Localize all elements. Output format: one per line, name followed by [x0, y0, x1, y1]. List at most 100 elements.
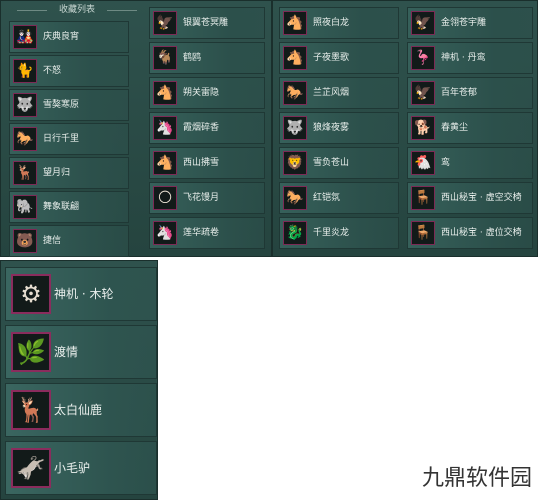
column-2: 🦅 银翼苍冥雕 🐐 鹤鸥 🐴 朔关雷隐 🦄 霞烟碎香 🐴 西山拂雪 🌕 飞花馒月…	[149, 1, 269, 258]
mount-item[interactable]: 🐕 春黄尘	[407, 112, 533, 144]
mount-item[interactable]: 🦌 望月归	[9, 157, 129, 189]
column-1: 收藏列表 🎎 庆典良宵 🐈 不怒 🐺 雪獒寒原 🐎 日行千里 🦌 望月归 🐘 舞…	[9, 1, 145, 258]
mount-name: 舞象联翩	[43, 202, 80, 212]
mount-icon: 🦅	[411, 81, 435, 105]
mount-name: 神机 · 木轮	[54, 287, 114, 301]
mount-item-large[interactable]: 🫏 小毛驴	[5, 441, 157, 495]
mount-icon: 🐴	[283, 11, 307, 35]
mount-item[interactable]: 🦄 莲华疏卷	[149, 217, 265, 249]
collection-list-header: 收藏列表	[9, 3, 145, 17]
mount-name: 雪负苍山	[313, 158, 350, 168]
mount-item[interactable]: 🐴 朔关雷隐	[149, 77, 265, 109]
mount-name: 金翎苍宇雕	[441, 18, 487, 28]
mount-item[interactable]: 🦁 雪负苍山	[279, 147, 399, 179]
mount-item[interactable]: 🪑 西山秘宝 · 虚位交椅	[407, 217, 533, 249]
mount-name: 捷信	[43, 236, 62, 246]
mount-item[interactable]: 🐘 舞象联翩	[9, 191, 129, 223]
mount-icon: 🐺	[13, 93, 37, 117]
mount-item[interactable]: 🎎 庆典良宵	[9, 21, 129, 53]
mount-icon: 🦄	[153, 221, 177, 245]
mount-icon: 🪑	[411, 186, 435, 210]
mount-name: 朔关雷隐	[183, 88, 220, 98]
mount-name: 西山秘宝 · 虚位交椅	[441, 228, 522, 238]
mount-name: 日行千里	[43, 134, 80, 144]
mount-name: 庆典良宵	[43, 32, 80, 42]
mount-name: 太白仙鹿	[54, 403, 103, 417]
mount-item[interactable]: 🐎 红铠氛	[279, 182, 399, 214]
mount-icon: 🐘	[13, 195, 37, 219]
column-2: 🦅 金翎苍宇雕 🦩 神机 · 丹鸾 🦅 百年苍郁 🐕 春黄尘 🐔 鸾 🪑 西山秘…	[407, 1, 535, 258]
mount-icon: 🦅	[153, 11, 177, 35]
mount-icon: 🐴	[153, 151, 177, 175]
mount-icon: 🐴	[153, 81, 177, 105]
mount-item[interactable]: 🦅 百年苍郁	[407, 77, 533, 109]
mount-item[interactable]: 🪑 西山秘宝 · 虚空交椅	[407, 182, 533, 214]
mount-item[interactable]: 🐴 西山拂雪	[149, 147, 265, 179]
mount-icon: 🫏	[11, 448, 51, 488]
mount-name: 莲华疏卷	[183, 228, 220, 238]
mount-item[interactable]: 🦩 神机 · 丹鸾	[407, 42, 533, 74]
mount-item-large[interactable]: 🦌 太白仙鹿	[5, 383, 157, 437]
mount-name: 春黄尘	[441, 123, 469, 133]
mount-item[interactable]: 🐐 鹤鸥	[149, 42, 265, 74]
site-watermark: 九鼎软件园	[417, 460, 536, 492]
mount-name: 飞花馒月	[183, 193, 220, 203]
mount-name: 西山拂雪	[183, 158, 220, 168]
mount-item[interactable]: 🐈 不怒	[9, 55, 129, 87]
mount-icon: 🐻	[13, 229, 37, 253]
mount-item[interactable]: 🦅 银翼苍冥雕	[149, 7, 265, 39]
mount-name: 神机 · 丹鸾	[441, 53, 486, 63]
mount-icon: 🐐	[153, 46, 177, 70]
mount-name: 鸾	[441, 158, 451, 168]
mount-icon: 🪑	[411, 221, 435, 245]
mount-icon: 🦌	[13, 161, 37, 185]
mount-name: 雪獒寒原	[43, 100, 80, 110]
mount-name: 霞烟碎香	[183, 123, 220, 133]
mount-item[interactable]: 🐉 千里炎龙	[279, 217, 399, 249]
mount-icon: 🐔	[411, 151, 435, 175]
mount-name: 子夜墨歌	[313, 53, 350, 63]
mount-item[interactable]: 🐔 鸾	[407, 147, 533, 179]
mount-item-large[interactable]: ⚙ 神机 · 木轮	[5, 267, 157, 321]
mount-name: 千里炎龙	[313, 228, 350, 238]
mount-name: 西山秘宝 · 虚空交椅	[441, 193, 522, 203]
mount-name: 小毛驴	[54, 461, 91, 475]
mount-item[interactable]: 🐻 捷信	[9, 225, 129, 257]
mount-item[interactable]: 🐎 兰芷风烟	[279, 77, 399, 109]
mount-icon: 🐴	[283, 46, 307, 70]
mount-item[interactable]: 🐴 照夜白龙	[279, 7, 399, 39]
mount-icon: ⚙	[11, 274, 51, 314]
mount-name: 不怒	[43, 66, 62, 76]
mount-icon: 🐕	[411, 116, 435, 140]
mount-icon: 🐎	[13, 127, 37, 151]
mount-collection-panel-right: 🐴 照夜白龙 🐴 子夜墨歌 🐎 兰芷风烟 🐺 狼烽夜雾 🦁 雪负苍山 🐎 红铠氛…	[272, 0, 538, 257]
column-1: 🐴 照夜白龙 🐴 子夜墨歌 🐎 兰芷风烟 🐺 狼烽夜雾 🦁 雪负苍山 🐎 红铠氛…	[279, 1, 403, 258]
mount-icon: 🦁	[283, 151, 307, 175]
mount-icon: 🌕	[153, 186, 177, 210]
mount-collection-panel-left: 收藏列表 🎎 庆典良宵 🐈 不怒 🐺 雪獒寒原 🐎 日行千里 🦌 望月归 🐘 舞…	[0, 0, 272, 257]
mount-collection-panel-zoom: ⚙ 神机 · 木轮 🌿 渡情 🦌 太白仙鹿 🫏 小毛驴	[0, 260, 158, 500]
mount-name: 银翼苍冥雕	[183, 18, 229, 28]
mount-name: 望月归	[43, 168, 71, 178]
mount-name: 渡情	[54, 345, 79, 359]
mount-item[interactable]: 🐴 子夜墨歌	[279, 42, 399, 74]
mount-item[interactable]: 🦅 金翎苍宇雕	[407, 7, 533, 39]
mount-name: 照夜白龙	[313, 18, 350, 28]
mount-item[interactable]: 🐺 狼烽夜雾	[279, 112, 399, 144]
mount-name: 鹤鸥	[183, 53, 202, 63]
mount-item[interactable]: 🦄 霞烟碎香	[149, 112, 265, 144]
mount-icon: 🐺	[283, 116, 307, 140]
mount-name: 兰芷风烟	[313, 88, 350, 98]
mount-name: 百年苍郁	[441, 88, 478, 98]
mount-item[interactable]: 🌕 飞花馒月	[149, 182, 265, 214]
mount-name: 狼烽夜雾	[313, 123, 350, 133]
mount-item[interactable]: 🐺 雪獒寒原	[9, 89, 129, 121]
mount-icon: 🐎	[283, 186, 307, 210]
mount-name: 红铠氛	[313, 193, 341, 203]
mount-item[interactable]: 🐎 日行千里	[9, 123, 129, 155]
mount-icon: 🐈	[13, 59, 37, 83]
mount-icon: 🐎	[283, 81, 307, 105]
mount-icon: 🦩	[411, 46, 435, 70]
mount-icon: 🌿	[11, 332, 51, 372]
mount-item-large[interactable]: 🌿 渡情	[5, 325, 157, 379]
